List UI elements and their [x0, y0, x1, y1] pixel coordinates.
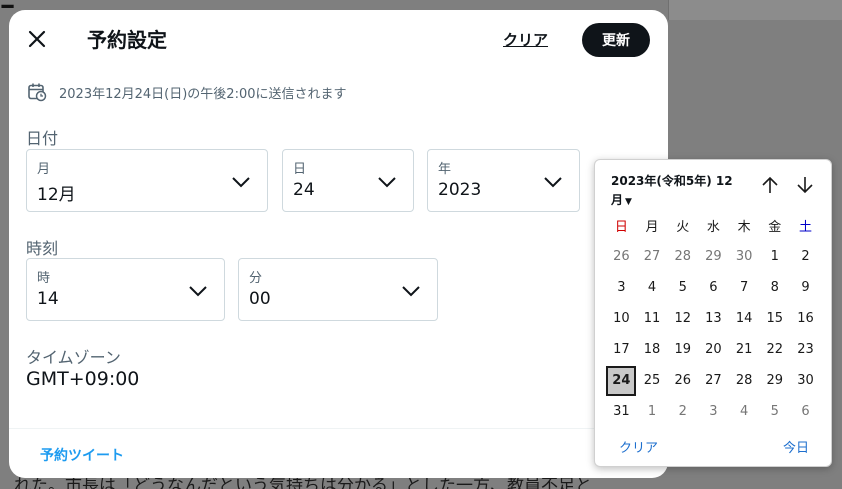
- calendar-day[interactable]: 30: [729, 241, 760, 272]
- calendar-day[interactable]: 1: [637, 396, 668, 427]
- year-select[interactable]: 年 2023: [427, 149, 580, 212]
- background-heading-fragment: ■: [0, 0, 14, 8]
- hour-select[interactable]: 時 14: [26, 258, 225, 321]
- background-side-card: [668, 0, 842, 20]
- calendar-day[interactable]: 2: [790, 241, 821, 272]
- calendar-day[interactable]: 22: [759, 334, 790, 365]
- close-icon: [28, 30, 46, 48]
- weekday-header: 金: [768, 220, 782, 235]
- chevron-down-icon: [402, 286, 420, 297]
- hour-select-label: 時: [37, 271, 51, 286]
- calendar-day[interactable]: 4: [729, 396, 760, 427]
- calendar-day[interactable]: 28: [729, 365, 760, 396]
- calendar-day[interactable]: 4: [637, 272, 668, 303]
- calendar-day[interactable]: 28: [667, 241, 698, 272]
- date-section-label: 日付: [26, 129, 59, 148]
- calendar-day[interactable]: 6: [790, 396, 821, 427]
- calendar-day[interactable]: 27: [698, 365, 729, 396]
- calendar-month-selector[interactable]: 2023年(令和5年) 12月 ▼: [611, 172, 741, 212]
- calendar-grid: 日月火水木金土 26 27 28 29 30 1 2 3 4 5 6 7 8 9 10 11 12 13 14 15 16…: [606, 210, 821, 427]
- calendar-day[interactable]: 8: [759, 272, 790, 303]
- minute-select-value: 00: [249, 289, 271, 309]
- year-select-value: 2023: [438, 180, 482, 200]
- calendar-day[interactable]: 2: [667, 396, 698, 427]
- weekday-header: 月: [645, 220, 659, 235]
- calendar-day[interactable]: 18: [637, 334, 668, 365]
- caret-down-icon: ▼: [625, 197, 632, 207]
- date-picker-popup: 2023年(令和5年) 12月 ▼ 日月火水木金土 26 27 28 29 30 1 2 3 4 5 6…: [594, 159, 832, 467]
- calendar-day[interactable]: 27: [637, 241, 668, 272]
- schedule-modal: 予約設定 クリア 更新 2023年12月24日(日)の午後2:00に送信されます…: [9, 10, 668, 478]
- time-section-label: 時刻: [26, 239, 59, 258]
- calendar-day[interactable]: 5: [667, 272, 698, 303]
- timezone-label: タイムゾーン: [26, 348, 121, 367]
- month-select-value: 12月: [37, 185, 76, 205]
- calendar-clock-icon: [28, 83, 47, 102]
- day-select[interactable]: 日 24: [282, 149, 414, 212]
- previous-month-button[interactable]: [759, 174, 781, 196]
- calendar-day[interactable]: 26: [606, 241, 637, 272]
- hour-select-value: 14: [37, 289, 59, 309]
- calendar-day[interactable]: 7: [729, 272, 760, 303]
- send-info: 2023年12月24日(日)の午後2:00に送信されます: [27, 82, 347, 102]
- calendar-day[interactable]: 21: [729, 334, 760, 365]
- month-select[interactable]: 月 12月: [26, 149, 268, 212]
- calendar-day[interactable]: 14: [729, 303, 760, 334]
- calendar-day[interactable]: 30: [790, 365, 821, 396]
- calendar-day[interactable]: 10: [606, 303, 637, 334]
- minute-select-label: 分: [249, 271, 263, 286]
- calendar-day[interactable]: 20: [698, 334, 729, 365]
- arrow-up-icon: [762, 176, 778, 193]
- weekday-header: 土: [798, 220, 812, 235]
- weekday-header: 木: [737, 220, 751, 235]
- day-select-value: 24: [293, 180, 315, 200]
- update-button[interactable]: 更新: [582, 23, 650, 57]
- calendar-day[interactable]: 31: [606, 396, 637, 427]
- calendar-day[interactable]: 13: [698, 303, 729, 334]
- weekday-header: 火: [676, 220, 690, 235]
- calendar-day[interactable]: 23: [790, 334, 821, 365]
- calendar-day[interactable]: 26: [667, 365, 698, 396]
- calendar-day[interactable]: 15: [759, 303, 790, 334]
- month-select-label: 月: [37, 162, 51, 177]
- close-button[interactable]: [25, 27, 49, 51]
- modal-title: 予約設定: [87, 28, 167, 52]
- calendar-day[interactable]: 25: [637, 365, 668, 396]
- calendar-day-selected[interactable]: 24: [606, 365, 637, 396]
- chevron-down-icon: [378, 177, 396, 188]
- next-month-button[interactable]: [794, 174, 816, 196]
- chevron-down-icon: [544, 177, 562, 188]
- calendar-day[interactable]: 3: [698, 396, 729, 427]
- weekday-header: 日: [614, 220, 628, 235]
- chevron-down-icon: [232, 177, 250, 188]
- calendar-today-button[interactable]: 今日: [783, 437, 809, 456]
- calendar-day[interactable]: 29: [698, 241, 729, 272]
- calendar-day[interactable]: 3: [606, 272, 637, 303]
- arrow-down-icon: [797, 177, 813, 194]
- timezone-value: GMT+09:00: [26, 368, 140, 390]
- calendar-day[interactable]: 6: [698, 272, 729, 303]
- weekday-header: 水: [706, 220, 720, 235]
- minute-select[interactable]: 分 00: [238, 258, 438, 321]
- calendar-day[interactable]: 16: [790, 303, 821, 334]
- year-select-label: 年: [438, 162, 452, 177]
- send-info-text: 2023年12月24日(日)の午後2:00に送信されます: [59, 86, 347, 102]
- calendar-day[interactable]: 29: [759, 365, 790, 396]
- calendar-day[interactable]: 5: [759, 396, 790, 427]
- day-select-label: 日: [293, 162, 307, 177]
- scheduled-tweets-link[interactable]: 予約ツイート: [40, 445, 124, 465]
- chevron-down-icon: [189, 286, 207, 297]
- footer-divider: [9, 428, 668, 429]
- calendar-clear-button[interactable]: クリア: [619, 437, 658, 456]
- calendar-day[interactable]: 1: [759, 241, 790, 272]
- calendar-day[interactable]: 19: [667, 334, 698, 365]
- clear-button[interactable]: クリア: [503, 29, 548, 50]
- calendar-day[interactable]: 17: [606, 334, 637, 365]
- calendar-day[interactable]: 11: [637, 303, 668, 334]
- calendar-day[interactable]: 9: [790, 272, 821, 303]
- calendar-day[interactable]: 12: [667, 303, 698, 334]
